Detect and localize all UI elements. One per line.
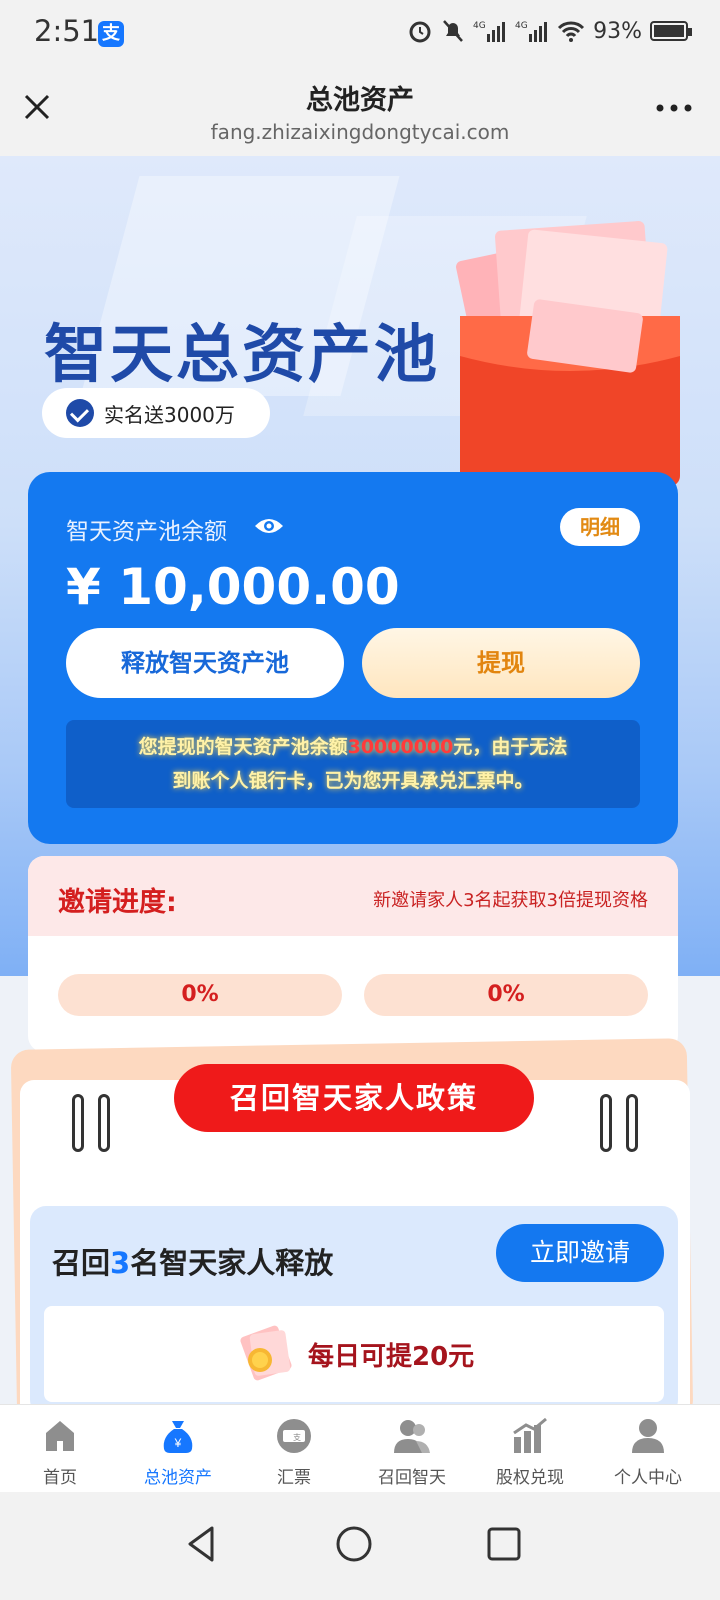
cash-coin-icon <box>240 1325 292 1381</box>
binder-ring-icon <box>626 1094 638 1152</box>
recall-title: 召回3名智天家人释放 <box>52 1246 334 1280</box>
tab-home[interactable]: 首页 <box>0 1405 120 1493</box>
recall-section: 召回3名智天家人释放 立即邀请 每日可提20元 <box>30 1206 678 1416</box>
bottom-tab-bar: 首页 ¥ 总池资产 支 汇票 召回智天 股权兑现 个人中心 <box>0 1404 720 1492</box>
users-icon <box>394 1420 430 1453</box>
tab-equity[interactable]: 股权兑现 <box>470 1405 590 1493</box>
real-name-badge-label: 实名送3000万 <box>104 402 235 427</box>
binder-ring-icon <box>600 1094 612 1152</box>
wifi-icon <box>558 21 585 42</box>
balance-amount: ¥ 10,000.00 <box>66 558 400 616</box>
invite-progress-header: 邀请进度: 新邀请家人3名起获取3倍提现资格 <box>28 856 678 936</box>
signal-icon: 4G <box>515 21 548 42</box>
tab-bill[interactable]: 支 汇票 <box>234 1405 354 1493</box>
binder-ring-icon <box>98 1094 110 1152</box>
battery-icon <box>650 21 692 41</box>
red-packet-illustration <box>456 221 680 486</box>
battery-percent: 93% <box>593 18 642 44</box>
home-circle-icon[interactable] <box>334 1524 374 1564</box>
alarm-icon <box>409 21 431 43</box>
browser-navbar: 总池资产 fang.zhizaixingdongtycai.com <box>0 68 720 156</box>
binder-ring-icon <box>72 1094 84 1152</box>
chart-icon <box>513 1417 547 1453</box>
money-bag-icon: ¥ <box>163 1421 193 1453</box>
withdraw-notice: 您提现的智天资产池余额30000000元，由于无法 到账个人银行卡，已为您开具承… <box>66 720 640 808</box>
tab-personal-center[interactable]: 个人中心 <box>588 1405 708 1493</box>
page-url: fang.zhizaixingdongtycai.com <box>210 120 510 144</box>
svg-text:支: 支 <box>293 1432 301 1442</box>
person-icon <box>632 1419 664 1453</box>
status-indicators: 4G 4G 93% <box>407 18 692 44</box>
invite-progress-title: 邀请进度: <box>58 887 177 918</box>
system-navigation-bar <box>0 1492 720 1600</box>
daily-reward-row: 每日可提20元 <box>44 1306 664 1402</box>
tab-recall[interactable]: 召回智天 <box>352 1405 472 1493</box>
tab-label: 股权兑现 <box>496 1468 564 1488</box>
status-time: 2:51 <box>34 14 100 48</box>
signal-icon: 4G <box>473 21 506 42</box>
alipay-icon: 支 <box>98 21 124 47</box>
page-title: 总池资产 <box>306 85 414 116</box>
mute-icon <box>443 20 464 42</box>
tab-label: 首页 <box>43 1468 77 1488</box>
home-icon <box>46 1421 74 1451</box>
progress-pill: 0% <box>364 974 648 1016</box>
tab-label: 汇票 <box>277 1468 311 1488</box>
back-icon[interactable] <box>182 1524 222 1564</box>
tab-label: 召回智天 <box>378 1468 446 1488</box>
recall-count: 3 <box>110 1246 131 1280</box>
withdraw-button[interactable]: 提现 <box>362 628 640 698</box>
recents-icon[interactable] <box>484 1524 524 1564</box>
notice-amount: 30000000 <box>347 736 454 758</box>
tab-pool-assets[interactable]: ¥ 总池资产 <box>118 1405 238 1493</box>
tab-label: 个人中心 <box>614 1468 682 1488</box>
daily-reward-text: 每日可提20元 <box>308 1342 475 1372</box>
invite-progress-tip: 新邀请家人3名起获取3倍提现资格 <box>373 890 648 911</box>
balance-label: 智天资产池余额 <box>66 519 227 545</box>
svg-text:4G: 4G <box>515 21 528 31</box>
status-bar: 2:51 支 4G 4G 93% <box>0 0 720 68</box>
notice-line-1: 您提现的智天资产池余额30000000元，由于无法 <box>138 736 568 758</box>
hero-title: 智天总资产池 <box>44 318 440 391</box>
real-name-badge: 实名送3000万 <box>42 388 270 438</box>
ticket-icon: 支 <box>277 1419 311 1453</box>
svg-text:4G: 4G <box>473 21 486 31</box>
check-icon <box>66 399 94 427</box>
more-icon[interactable] <box>654 90 694 126</box>
tab-label: 总池资产 <box>144 1468 212 1488</box>
notice-line-2: 到账个人银行卡，已为您开具承兑汇票中。 <box>172 770 534 792</box>
detail-button[interactable]: 明细 <box>560 508 640 546</box>
svg-text:¥: ¥ <box>174 1436 182 1450</box>
invite-progress-card: 邀请进度: 新邀请家人3名起获取3倍提现资格 0% 0% <box>28 856 678 1052</box>
balance-card: 智天资产池余额 明细 ¥ 10,000.00 释放智天资产池 提现 您提现的智天… <box>28 472 678 844</box>
release-pool-button[interactable]: 释放智天资产池 <box>66 628 344 698</box>
policy-banner: 召回智天家人政策 <box>174 1064 534 1132</box>
eye-icon[interactable] <box>254 516 284 536</box>
progress-pill: 0% <box>58 974 342 1016</box>
invite-now-button[interactable]: 立即邀请 <box>496 1224 664 1282</box>
